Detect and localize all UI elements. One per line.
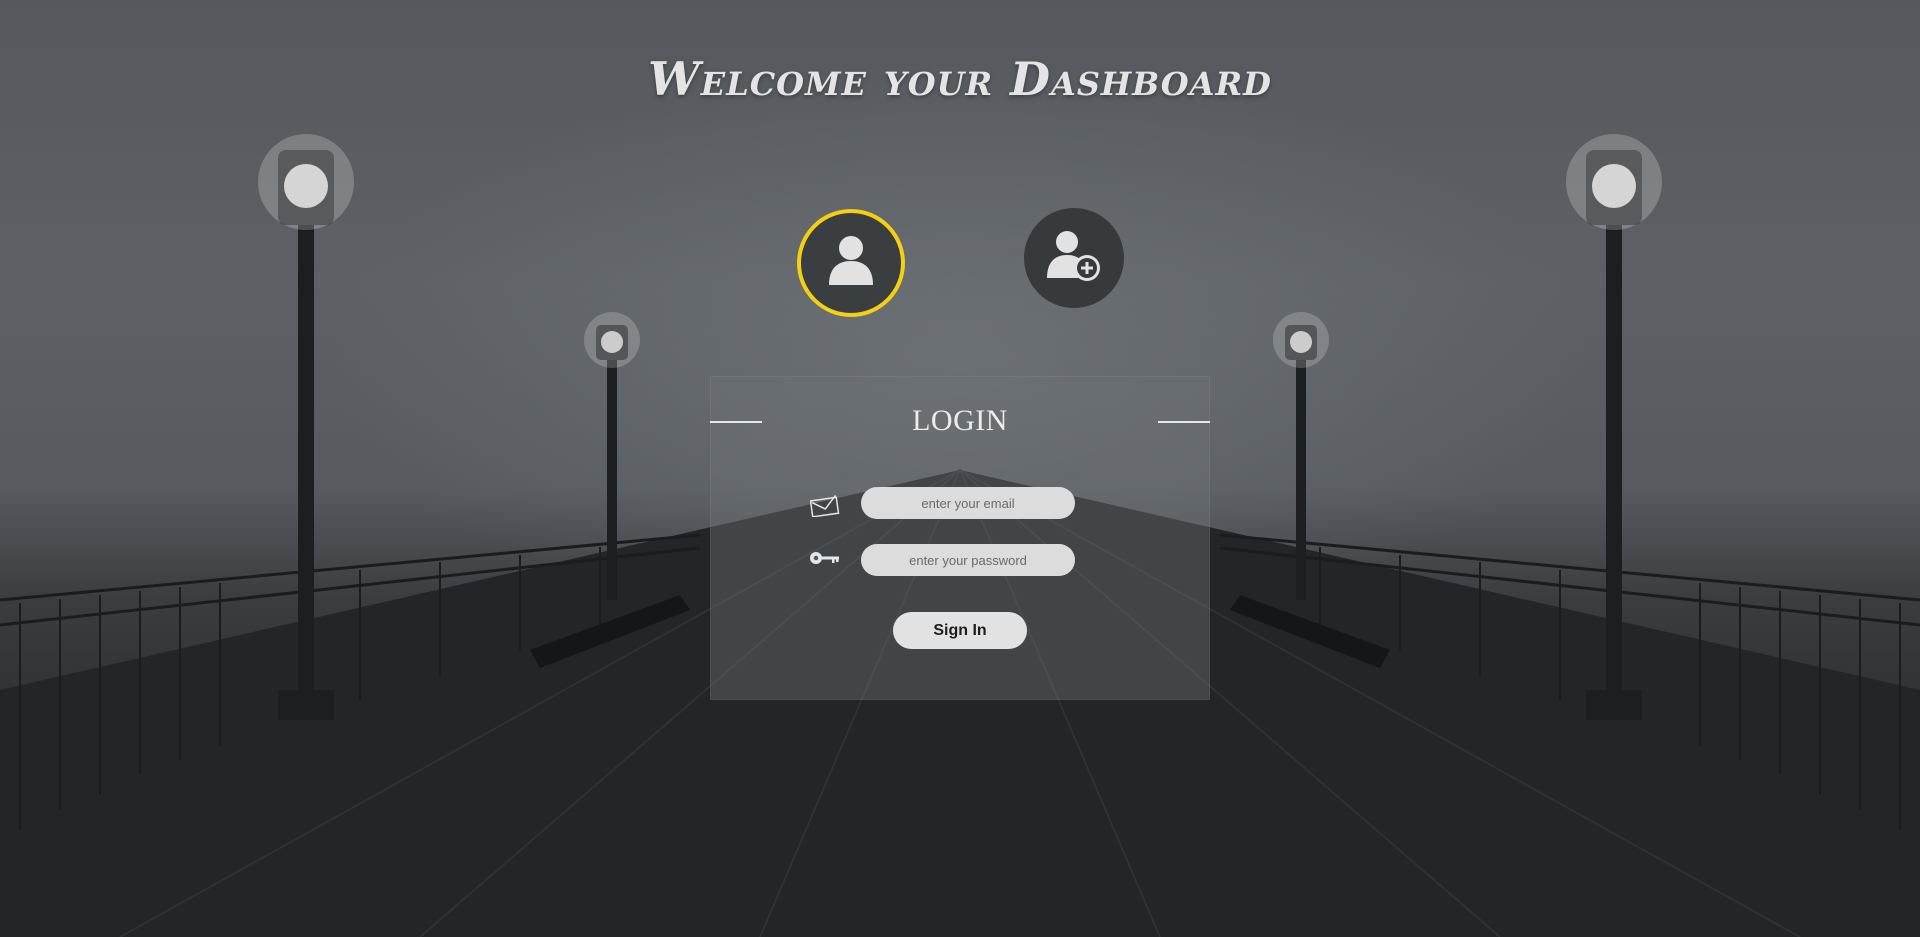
login-heading: LOGIN <box>912 404 1008 437</box>
login-tab-button[interactable] <box>797 209 905 317</box>
password-input[interactable] <box>861 544 1075 576</box>
user-icon <box>827 233 875 293</box>
heading-divider-right <box>1158 421 1210 423</box>
key-icon <box>808 546 842 570</box>
register-tab-button[interactable] <box>1024 208 1124 308</box>
envelope-icon <box>808 492 842 520</box>
page-title: Welcome your Dashboard <box>648 52 1272 106</box>
login-panel: LOGIN Sign In <box>710 376 1210 700</box>
email-input[interactable] <box>861 487 1075 519</box>
user-plus-icon <box>1045 228 1103 288</box>
sign-in-button[interactable]: Sign In <box>893 612 1027 649</box>
